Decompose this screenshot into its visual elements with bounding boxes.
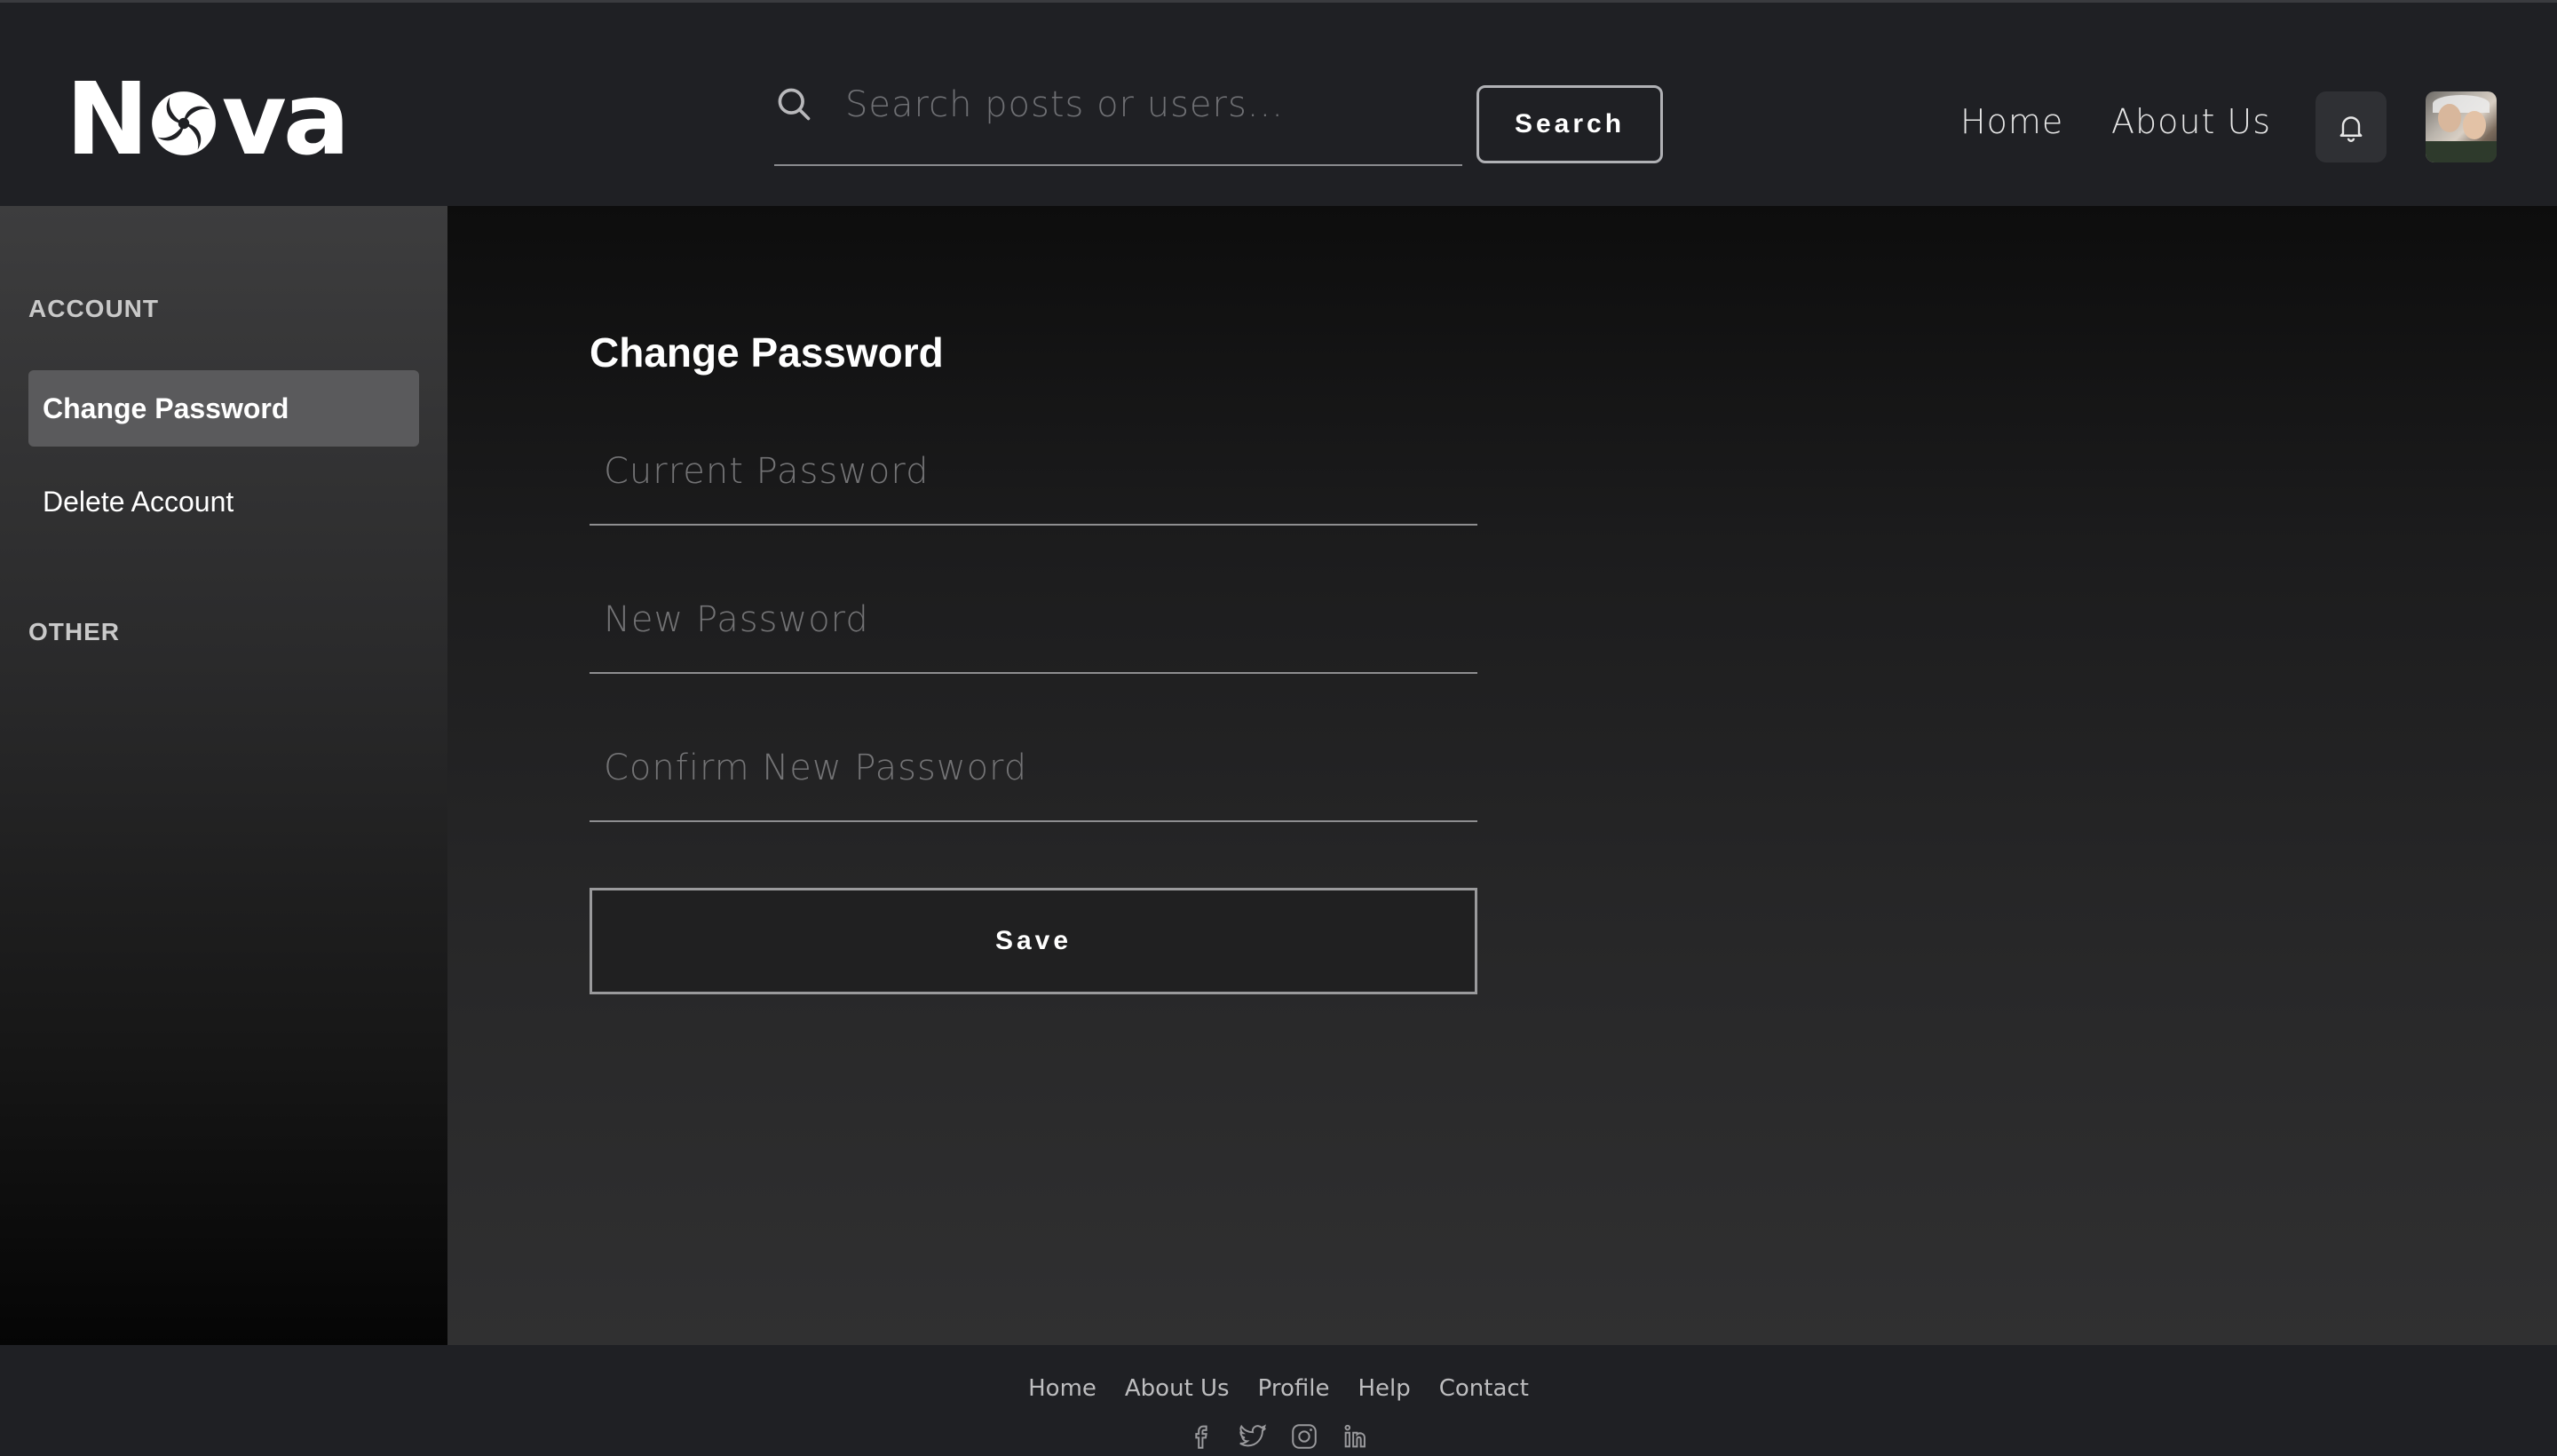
current-password-field-wrap	[590, 419, 1477, 526]
user-avatar[interactable]	[2426, 91, 2497, 162]
top-navbar: N va Search Home About Us	[0, 3, 2557, 206]
save-button[interactable]: Save	[590, 888, 1477, 994]
facebook-icon[interactable]	[1186, 1421, 1216, 1452]
sidebar-section-account: ACCOUNT	[28, 295, 159, 322]
twitter-icon[interactable]	[1238, 1421, 1268, 1452]
sidebar-item-change-password[interactable]: Change Password	[28, 370, 419, 447]
footer-links: Home About Us Profile Help Contact	[0, 1375, 2557, 1402]
new-password-field[interactable]	[590, 567, 1477, 672]
page-title: Change Password	[590, 329, 944, 376]
instagram-icon[interactable]	[1289, 1421, 1319, 1452]
linkedin-icon[interactable]	[1341, 1421, 1371, 1452]
logo[interactable]: N va	[66, 70, 350, 170]
main-content: Change Password Save	[447, 206, 2557, 1345]
confirm-password-field[interactable]	[590, 716, 1477, 820]
logo-text-prefix: N	[66, 62, 149, 178]
nav-home-link[interactable]: Home	[1960, 102, 2063, 141]
footer-link-home[interactable]: Home	[1028, 1375, 1096, 1402]
search-bar	[774, 67, 1462, 166]
footer-link-help[interactable]: Help	[1358, 1375, 1410, 1402]
footer: Home About Us Profile Help Contact	[0, 1345, 2557, 1449]
footer-link-about[interactable]: About Us	[1125, 1375, 1230, 1402]
logo-swirl-icon	[151, 91, 216, 155]
footer-link-contact[interactable]: Contact	[1439, 1375, 1529, 1402]
logo-text-suffix: va	[221, 62, 351, 178]
nav-about-link[interactable]: About Us	[2111, 102, 2271, 141]
sidebar-item-label: Change Password	[43, 392, 289, 424]
footer-social	[0, 1421, 2557, 1452]
settings-sidebar: ACCOUNT Change Password Delete Account O…	[0, 206, 447, 1345]
search-icon	[778, 88, 811, 121]
notifications-button[interactable]	[2316, 91, 2387, 162]
search-button[interactable]: Search	[1476, 85, 1663, 163]
bell-icon	[2339, 116, 2363, 142]
current-password-field[interactable]	[590, 419, 1477, 524]
footer-link-profile[interactable]: Profile	[1258, 1375, 1330, 1402]
new-password-field-wrap	[590, 567, 1477, 674]
sidebar-item-label: Delete Account	[43, 485, 234, 518]
sidebar-item-delete-account[interactable]: Delete Account	[28, 463, 419, 540]
search-input[interactable]	[845, 77, 1449, 132]
confirm-password-field-wrap	[590, 716, 1477, 822]
sidebar-section-other: OTHER	[28, 618, 120, 645]
